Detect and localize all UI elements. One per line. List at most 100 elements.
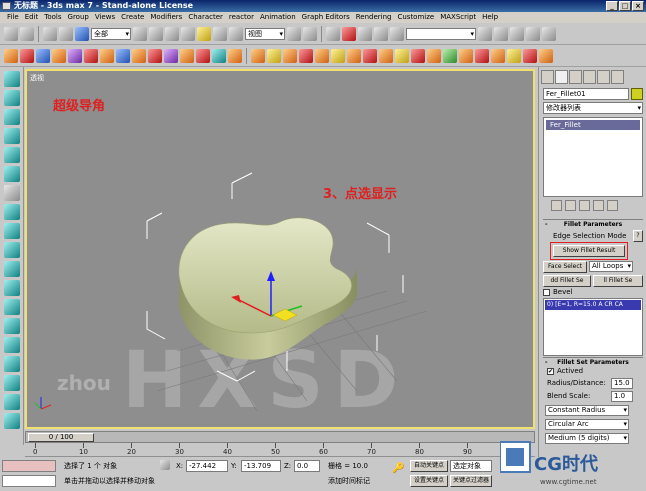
y-coordinate-field[interactable]: -13.709 <box>241 460 281 472</box>
fillet-set-item[interactable]: 0) [E=1, R=15.0 A CR CA <box>545 300 641 310</box>
snap-toggle-icon[interactable] <box>326 26 340 41</box>
track-bar[interactable]: 0 10 20 30 40 50 60 70 80 90 100 <box>25 443 535 457</box>
select-rotate-icon[interactable] <box>213 26 227 41</box>
z-coordinate-field[interactable]: 0.0 <box>294 460 320 472</box>
reactor-dashpot-icon[interactable] <box>363 48 377 63</box>
maximize-button[interactable]: □ <box>619 1 631 11</box>
maxscript-input-mini[interactable] <box>2 475 56 487</box>
object-name-field[interactable]: Fer_Fillet01 <box>543 88 629 100</box>
reactor-tool-7-icon[interactable] <box>3 185 20 201</box>
reactor-toy-car-icon[interactable] <box>411 48 425 63</box>
create-cone-icon[interactable] <box>84 48 98 63</box>
menu-maxscript[interactable]: MAXScript <box>437 12 479 23</box>
show-end-result-icon[interactable] <box>565 200 576 211</box>
reactor-tool-5-icon[interactable] <box>3 147 20 163</box>
selection-filter-dropdown[interactable]: 全部 <box>91 27 131 40</box>
window-crossing-icon[interactable] <box>181 26 195 41</box>
reactor-point-to-point-icon[interactable] <box>491 48 505 63</box>
bevel-checkbox[interactable]: Bevel <box>543 287 573 297</box>
menu-help[interactable]: Help <box>479 12 501 23</box>
pin-stack-icon[interactable] <box>551 200 562 211</box>
create-box-icon[interactable] <box>4 48 18 63</box>
named-selection-icon[interactable] <box>390 26 404 41</box>
reactor-motor-icon[interactable] <box>379 48 393 63</box>
create-geosphere-icon[interactable] <box>100 48 114 63</box>
add-fillet-set-button[interactable]: dd Fillet Se <box>543 275 591 287</box>
menu-customize[interactable]: Customize <box>394 12 437 23</box>
reactor-water-icon[interactable] <box>443 48 457 63</box>
reference-coordinate-dropdown[interactable]: 视图 <box>245 27 285 40</box>
bind-space-warp-icon[interactable] <box>75 26 89 41</box>
align-icon[interactable] <box>494 26 508 41</box>
reactor-tool-4-icon[interactable] <box>3 128 20 144</box>
reactor-rigid-body-icon[interactable] <box>251 48 265 63</box>
schematic-view-icon[interactable] <box>542 26 556 41</box>
select-object-icon[interactable] <box>133 26 147 41</box>
set-key-button[interactable]: 设置关键点 <box>410 475 448 487</box>
reactor-ragdoll-icon[interactable] <box>507 48 521 63</box>
actived-checkbox[interactable]: ✔ Actived <box>547 366 583 376</box>
reactor-rope-icon[interactable] <box>299 48 313 63</box>
reactor-analyze-icon[interactable] <box>539 48 553 63</box>
reactor-tool-1-icon[interactable] <box>3 71 20 87</box>
named-selection-sets-dropdown[interactable] <box>406 27 476 40</box>
minimize-button[interactable]: _ <box>606 1 618 11</box>
menu-file[interactable]: File <box>4 12 22 23</box>
menu-create[interactable]: Create <box>118 12 147 23</box>
unlink-icon[interactable] <box>59 26 73 41</box>
reactor-tool-15-icon[interactable] <box>3 337 20 353</box>
reactor-tool-17-icon[interactable] <box>3 375 20 391</box>
select-by-name-icon[interactable] <box>149 26 163 41</box>
create-capsule-icon[interactable] <box>228 48 242 63</box>
remove-modifier-icon[interactable] <box>593 200 604 211</box>
selected-dropdown[interactable]: 选定对象 <box>450 460 492 472</box>
link-icon[interactable] <box>43 26 57 41</box>
key-filters-button[interactable]: 关键点过滤器 <box>450 475 492 487</box>
create-torus-icon[interactable] <box>52 48 66 63</box>
reactor-tool-13-icon[interactable] <box>3 299 20 315</box>
tab-motion[interactable] <box>583 70 596 84</box>
menu-rendering[interactable]: Rendering <box>353 12 395 23</box>
time-slider-track[interactable]: 0 / 100 <box>25 431 535 443</box>
kill-fillet-set-button[interactable]: ll Fillet Se <box>593 275 643 287</box>
reactor-tool-18-icon[interactable] <box>3 394 20 410</box>
create-cylinder-icon[interactable] <box>36 48 50 63</box>
fillet-parameters-header[interactable]: - Fillet Parameters <box>543 219 643 229</box>
selection-region-icon[interactable] <box>165 26 179 41</box>
create-plane-icon[interactable] <box>148 48 162 63</box>
mirror-icon[interactable] <box>478 26 492 41</box>
select-move-icon[interactable] <box>197 26 211 41</box>
create-teapot-icon[interactable] <box>68 48 82 63</box>
create-hedra-icon[interactable] <box>164 48 178 63</box>
create-sphere-icon[interactable] <box>20 48 34 63</box>
tab-display[interactable] <box>597 70 610 84</box>
make-unique-icon[interactable] <box>579 200 590 211</box>
reactor-tool-16-icon[interactable] <box>3 356 20 372</box>
create-oil-tank-icon[interactable] <box>196 48 210 63</box>
reactor-tool-8-icon[interactable] <box>3 204 20 220</box>
menu-animation[interactable]: Animation <box>257 12 299 23</box>
menu-edit[interactable]: Edit <box>22 12 42 23</box>
spinner-snap-icon[interactable] <box>374 26 388 41</box>
radius-field[interactable]: 15.0 <box>611 378 633 389</box>
reactor-constraint-icon[interactable] <box>459 48 473 63</box>
reactor-tool-9-icon[interactable] <box>3 223 20 239</box>
reactor-tool-3-icon[interactable] <box>3 109 20 125</box>
x-coordinate-field[interactable]: -27.442 <box>186 460 228 472</box>
object-color-swatch[interactable] <box>631 88 643 100</box>
maxscript-listener-mini[interactable] <box>2 460 56 472</box>
redo-icon[interactable] <box>20 26 34 41</box>
add-time-tag[interactable]: 添加时间标记 <box>328 475 370 487</box>
modifier-list-dropdown[interactable]: 修改器列表 <box>543 102 643 114</box>
loops-dropdown[interactable]: All Loops <box>589 261 633 272</box>
reactor-tool-2-icon[interactable] <box>3 90 20 106</box>
tab-utilities[interactable] <box>611 70 624 84</box>
key-icon[interactable]: 🔑 <box>392 463 404 474</box>
create-spindle-icon[interactable] <box>212 48 226 63</box>
reactor-tool-10-icon[interactable] <box>3 242 20 258</box>
perspective-viewport[interactable]: 透视 超级导角 3、点选显示 HXSD zhou <box>25 69 535 429</box>
close-button[interactable]: × <box>632 1 644 11</box>
menu-views[interactable]: Views <box>92 12 118 23</box>
pivot-center-icon[interactable] <box>287 26 301 41</box>
select-scale-icon[interactable] <box>229 26 243 41</box>
